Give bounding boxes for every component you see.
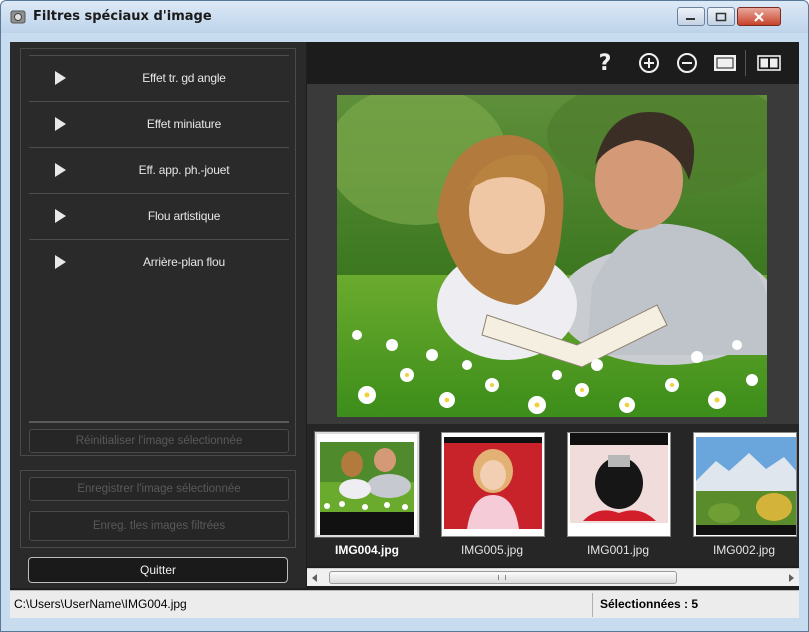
thumbnail-label: IMG002.jpg <box>712 543 776 557</box>
filter-item-wide-angle[interactable]: Effet tr. gd angle <box>29 55 289 99</box>
preview-image[interactable] <box>337 95 767 417</box>
filter-label: Effet miniature <box>146 116 222 131</box>
help-icon: ? <box>598 50 612 76</box>
divider <box>29 421 289 423</box>
preview-area <box>307 84 799 424</box>
preview-photo <box>337 95 767 417</box>
help-button[interactable]: ? <box>593 50 617 76</box>
scroll-left-icon[interactable] <box>312 574 317 582</box>
zoom-out-button[interactable] <box>675 51 699 75</box>
scroll-thumb[interactable] <box>329 571 677 584</box>
full-screen-button[interactable] <box>713 51 737 75</box>
close-button[interactable] <box>737 7 781 26</box>
client-area: Effet tr. gd angle Effet miniature Eff. … <box>10 42 799 618</box>
filter-item-blur-background[interactable]: Arrière-plan flou <box>29 239 289 283</box>
filter-item-soft-focus[interactable]: Flou artistique <box>29 193 289 237</box>
title-bar[interactable]: Filtres spéciaux d'image <box>1 1 808 33</box>
play-arrow-icon <box>55 254 66 269</box>
save-group: Enregistrer l'image sélectionnée Enreg. … <box>20 470 296 548</box>
compare-view-icon <box>757 55 781 71</box>
thumbnail-img001[interactable] <box>567 432 671 537</box>
maximize-button[interactable] <box>707 7 735 26</box>
zoom-in-icon <box>639 53 659 73</box>
minimize-icon <box>686 17 695 20</box>
filter-label: Effet tr. gd angle <box>142 70 226 85</box>
thumbnail-image <box>568 433 670 536</box>
grip-icon <box>498 575 506 580</box>
minimize-button[interactable] <box>677 7 705 26</box>
maximize-icon <box>715 12 727 21</box>
thumbnail-label: IMG005.jpg <box>460 543 524 557</box>
filter-item-toy-camera[interactable]: Eff. app. ph.-jouet <box>29 147 289 191</box>
play-arrow-icon <box>55 116 66 131</box>
thumbnail-image <box>442 433 544 536</box>
window-title: Filtres spéciaux d'image <box>33 9 212 24</box>
play-arrow-icon <box>55 208 66 223</box>
thumbnail-img002[interactable] <box>693 432 797 537</box>
play-arrow-icon <box>55 162 66 177</box>
filter-label: Eff. app. ph.-jouet <box>138 162 230 177</box>
zoom-in-button[interactable] <box>637 51 661 75</box>
reset-image-button[interactable]: Réinitialiser l'image sélectionnée <box>29 429 289 453</box>
thumbnail-label: IMG004.jpg <box>334 543 399 557</box>
filter-label: Arrière-plan flou <box>143 254 225 269</box>
play-arrow-icon <box>55 70 66 85</box>
status-divider <box>592 593 593 617</box>
save-selected-button[interactable]: Enregistrer l'image sélectionnée <box>29 477 289 501</box>
thumbnail-strip: IMG004.jpg IMG005.jpg IMG001.jpg IMG002.… <box>307 424 799 566</box>
save-filtered-button[interactable]: Enreg. tles images filtrées <box>29 511 289 541</box>
status-bar: C:\Users\UserName\IMG004.jpg Sélectionné… <box>10 590 799 618</box>
filter-item-miniature[interactable]: Effet miniature <box>29 101 289 145</box>
filter-label: Flou artistique <box>147 208 221 223</box>
scroll-right-icon[interactable] <box>789 574 794 582</box>
zoom-out-icon <box>677 53 697 73</box>
status-file-path: C:\Users\UserName\IMG004.jpg <box>14 597 187 611</box>
view-toolbar: ? <box>307 42 799 84</box>
thumbnail-image <box>694 433 796 536</box>
status-selection-count: Sélectionnées : 5 <box>600 597 699 611</box>
thumbnail-scrollbar[interactable] <box>307 568 799 586</box>
thumbnail-img005[interactable] <box>441 432 545 537</box>
filter-list: Effet tr. gd angle Effet miniature Eff. … <box>20 48 296 456</box>
app-icon <box>10 10 26 24</box>
filter-panel: Effet tr. gd angle Effet miniature Eff. … <box>10 42 306 588</box>
compare-view-button[interactable] <box>757 51 781 75</box>
app-window: Filtres spéciaux d'image Effet tr. gd an… <box>0 0 809 632</box>
close-icon <box>754 11 764 22</box>
full-screen-icon <box>714 55 736 71</box>
thumbnail-label: IMG001.jpg <box>586 543 650 557</box>
thumbnail-image <box>317 434 417 535</box>
thumbnail-img004[interactable] <box>315 432 419 537</box>
quit-button[interactable]: Quitter <box>28 557 288 583</box>
toolbar-divider <box>745 50 746 76</box>
